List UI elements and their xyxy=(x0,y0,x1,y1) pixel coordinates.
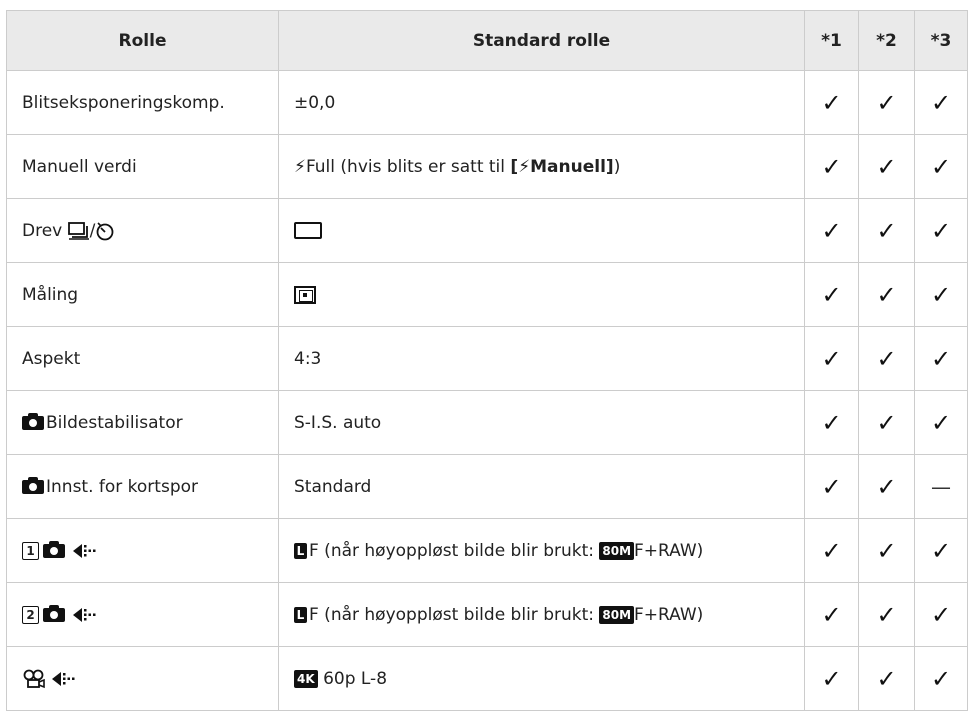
80m-badge: 80M xyxy=(599,605,635,624)
default-text: Full (hvis blits er satt til xyxy=(305,156,511,177)
role-cell: Blitseksponeringskomp. xyxy=(6,70,279,135)
check-icon: ✓ xyxy=(914,198,968,263)
check-icon: ✓ xyxy=(804,518,859,583)
header-note-3: *3 xyxy=(914,10,968,71)
header-default-role: Standard rolle xyxy=(278,10,805,71)
check-icon: ✓ xyxy=(858,454,915,519)
check-icon: ✓ xyxy=(804,198,859,263)
default-text-end: F+RAW) xyxy=(634,604,704,625)
image-quality-icon xyxy=(52,671,75,686)
large-size-badge: L xyxy=(294,606,307,623)
check-icon: ✓ xyxy=(914,582,968,647)
header-note-2: *2 xyxy=(858,10,915,71)
role-text: Bildestabilisator xyxy=(46,412,183,433)
default-cell: ±0,0 xyxy=(278,70,805,135)
role-cell: Drev / xyxy=(6,198,279,263)
default-bold-text: Manuell] xyxy=(530,156,614,177)
role-cell: Bildestabilisator xyxy=(6,390,279,455)
camera-icon xyxy=(22,476,44,494)
default-cell: 4K 60p L-8 xyxy=(278,646,805,711)
default-text: 60p L-8 xyxy=(323,668,388,689)
check-icon: ✓ xyxy=(804,390,859,455)
movie-icon xyxy=(23,669,45,688)
table-row: 2 LF (når høyoppløst bilde blir brukt: 8… xyxy=(6,582,968,647)
role-cell: Innst. for kortspor xyxy=(6,454,279,519)
table-row: Aspekt 4:3 ✓ ✓ ✓ xyxy=(6,326,968,391)
check-icon: ✓ xyxy=(804,70,859,135)
check-icon: ✓ xyxy=(858,326,915,391)
camera-icon xyxy=(43,604,65,622)
large-size-badge: L xyxy=(294,542,307,559)
default-cell: LF (når høyoppløst bilde blir brukt: 80M… xyxy=(278,582,805,647)
header-note-1: *1 xyxy=(804,10,859,71)
check-icon: ✓ xyxy=(804,582,859,647)
camera-icon xyxy=(43,540,65,558)
role-cell: Manuell verdi xyxy=(6,134,279,199)
check-icon: ✓ xyxy=(914,390,968,455)
default-text-end: F+RAW) xyxy=(634,540,704,561)
role-cell: 2 xyxy=(6,582,279,647)
image-quality-icon xyxy=(73,607,96,622)
80m-badge: 80M xyxy=(599,541,635,560)
esp-metering-icon xyxy=(294,285,316,304)
check-icon: ✓ xyxy=(858,582,915,647)
default-cell xyxy=(278,198,805,263)
default-text: F (når høyoppløst bilde blir brukt: xyxy=(309,540,600,561)
flash-icon: ⚡ xyxy=(294,156,306,177)
camera-icon xyxy=(22,412,44,430)
image-quality-icon xyxy=(73,543,96,558)
table-row: 4K 60p L-8 ✓ ✓ ✓ xyxy=(6,646,968,711)
default-cell: S-I.S. auto xyxy=(278,390,805,455)
default-text-end: ) xyxy=(613,156,621,177)
check-icon: ✓ xyxy=(858,646,915,711)
role-cell: 1 xyxy=(6,518,279,583)
check-icon: ✓ xyxy=(804,134,859,199)
check-icon: ✓ xyxy=(914,326,968,391)
check-icon: ✓ xyxy=(804,454,859,519)
default-cell xyxy=(278,262,805,327)
check-icon: ✓ xyxy=(858,198,915,263)
table-row: Manuell verdi ⚡Full (hvis blits er satt … xyxy=(6,134,968,199)
table-row: Blitseksponeringskomp. ±0,0 ✓ ✓ ✓ xyxy=(6,70,968,135)
default-cell: ⚡Full (hvis blits er satt til [⚡Manuell]… xyxy=(278,134,805,199)
role-cell xyxy=(6,646,279,711)
check-icon: ✓ xyxy=(858,390,915,455)
table-row: Innst. for kortspor Standard ✓ ✓ — xyxy=(6,454,968,519)
check-icon: ✓ xyxy=(914,70,968,135)
role-text: Drev xyxy=(22,220,63,241)
default-cell: 4:3 xyxy=(278,326,805,391)
default-text: F (når høyoppløst bilde blir brukt: xyxy=(309,604,600,625)
custom-mode-2-icon: 2 xyxy=(22,605,39,624)
table-row: Bildestabilisator S-I.S. auto ✓ ✓ ✓ xyxy=(6,390,968,455)
self-timer-icon xyxy=(96,221,114,240)
role-text: Innst. for kortspor xyxy=(46,476,199,497)
check-icon: ✓ xyxy=(858,262,915,327)
table-row: Drev / ✓ ✓ ✓ xyxy=(6,198,968,263)
settings-table: Rolle Standard rolle *1 *2 *3 Blitsekspo… xyxy=(6,10,968,711)
check-icon: ✓ xyxy=(914,646,968,711)
role-cell: Aspekt xyxy=(6,326,279,391)
check-icon: ✓ xyxy=(804,262,859,327)
check-icon: ✓ xyxy=(914,262,968,327)
check-icon: ✓ xyxy=(804,646,859,711)
check-icon: ✓ xyxy=(858,70,915,135)
sequential-shooting-icon xyxy=(67,221,89,240)
default-cell: Standard xyxy=(278,454,805,519)
single-frame-icon xyxy=(294,222,322,239)
4k-badge: 4K xyxy=(294,669,318,688)
table-header-row: Rolle Standard rolle *1 *2 *3 xyxy=(6,10,968,71)
header-role: Rolle xyxy=(6,10,279,71)
custom-mode-1-icon: 1 xyxy=(22,541,39,560)
table-row: 1 LF (når høyoppløst bilde blir brukt: 8… xyxy=(6,518,968,583)
check-icon: ✓ xyxy=(858,134,915,199)
table-row: Måling ✓ ✓ ✓ xyxy=(6,262,968,327)
check-icon: ✓ xyxy=(914,134,968,199)
dash-icon: — xyxy=(914,454,968,519)
check-icon: ✓ xyxy=(804,326,859,391)
role-cell: Måling xyxy=(6,262,279,327)
default-cell: LF (når høyoppløst bilde blir brukt: 80M… xyxy=(278,518,805,583)
check-icon: ✓ xyxy=(914,518,968,583)
flash-icon: ⚡ xyxy=(518,156,531,177)
check-icon: ✓ xyxy=(858,518,915,583)
